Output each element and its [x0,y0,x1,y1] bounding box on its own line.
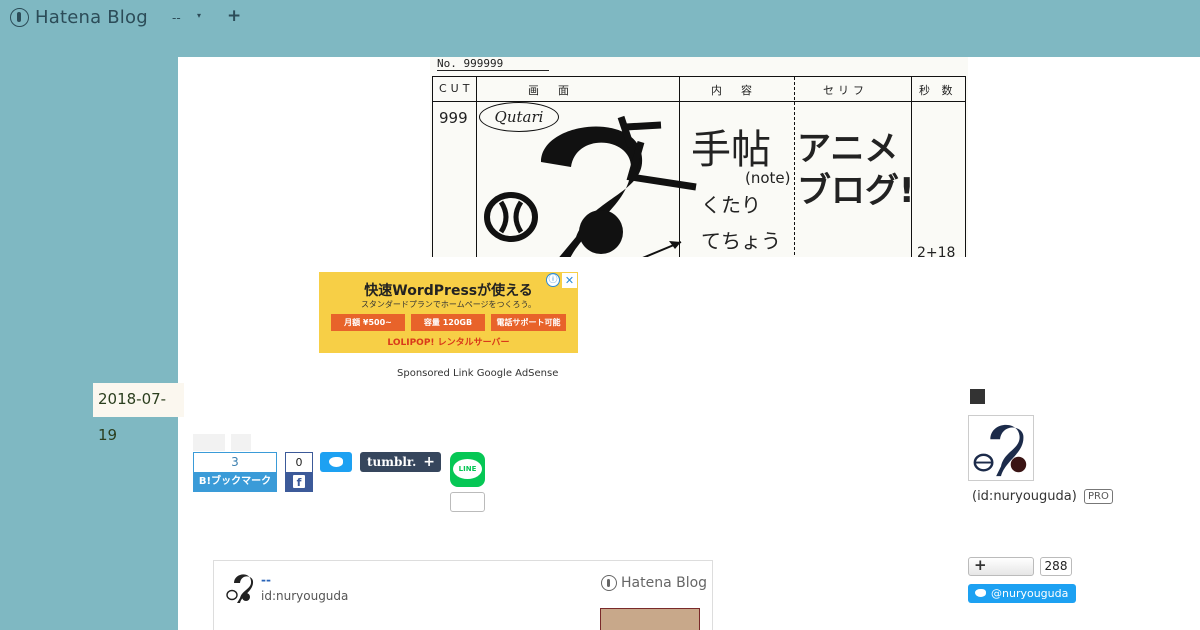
hatena-pen-icon [10,8,29,27]
twitter-follow-button[interactable]: @nuryouguda [968,584,1076,603]
ad-close-icon[interactable]: ✕ [562,273,577,288]
hatena-blog-card-logo[interactable]: Hatena Blog [601,575,707,591]
blog-selector[interactable]: -- [172,11,181,25]
plus-icon: + [974,556,987,574]
placeholder-block [193,434,225,451]
cut-number: 999 [439,109,468,127]
col-screen: 画 面 [528,84,573,97]
header-catch-blog: ブログ! [797,171,915,211]
ad-pill-storage: 容量 120GB [411,314,485,331]
ad-info-icon[interactable]: ⓘ [546,273,560,287]
author-card[interactable]: -- id:nuryouguda Hatena Blog [213,560,713,630]
tumblr-share-button[interactable]: tumblr. + [360,452,441,472]
tumblr-label: tumblr. [367,455,417,469]
blog-header-image[interactable]: No. 999999 CUT 画 面 内 容 セリフ 秒 数 999 Qutar… [430,57,968,257]
header-reading-1: くたり [701,193,761,217]
hatena-blog-logo[interactable]: Hatena Blog [10,7,148,28]
top-bar: Hatena Blog -- ▾ + [0,0,1200,40]
col-content: 内 容 [711,84,756,97]
follow-button[interactable]: + [968,556,1034,576]
line-share-button[interactable]: LINE [450,452,485,487]
pro-badge: PRO [1084,489,1113,504]
qutari-emblem-icon [484,115,697,257]
twitter-share-button[interactable] [320,452,352,472]
twitter-bird-icon [329,457,343,467]
col-dialogue: セリフ [823,84,868,97]
column-divider [794,77,795,257]
ad-title: 快速WordPressが使える [364,283,533,299]
col-seconds: 秒 数 [919,84,957,97]
author-id: id:nuryouguda [261,589,349,603]
facebook-share-count[interactable]: 0 [285,452,313,472]
ad-brand: LOLIPOP! レンタルサーバー [387,338,510,348]
post-date-day[interactable]: 19 [98,426,117,444]
facebook-share-button[interactable] [285,472,313,492]
ad-pill-price: 月額 ¥500~ [331,314,405,331]
add-post-button[interactable]: + [227,6,241,26]
author-name-link[interactable]: -- [261,573,271,587]
ad-pill-support: 電話サポート可能 [491,314,566,331]
hatena-bookmark-button[interactable]: B!ブックマーク [193,472,277,492]
author-avatar[interactable] [226,571,256,603]
hatena-bookmark-count[interactable]: 3 [193,452,277,472]
post-date[interactable]: 2018-07- [93,383,184,417]
ad-subtitle: スタンダードプランでホームページをつくろう。 [360,300,537,309]
card-logo-text: Hatena Blog [621,575,708,591]
profile-user-id[interactable]: (id:nuryouguda) [972,489,1077,504]
ad-banner[interactable]: 快速WordPressが使える スタンダードプランでホームページをつくろう。 月… [319,272,578,353]
storyboard-header-row: CUT 画 面 内 容 セリフ 秒 数 [433,77,965,102]
line-icon: LINE [453,459,482,479]
column-divider [476,77,477,257]
twitter-handle: @nuryouguda [991,587,1069,600]
col-cut: CUT [439,82,474,95]
header-reading-2: てちょう [701,229,781,253]
hatena-pen-icon [601,575,617,591]
sponsored-label: Sponsored Link Google AdSense [397,368,559,379]
square-icon [970,389,985,404]
placeholder-block [231,434,251,451]
twitter-bird-icon [975,589,986,597]
line-share-count[interactable] [450,492,485,512]
header-seconds: 2+18 [917,245,956,257]
plus-icon: + [423,454,435,470]
sheet-number: No. 999999 [437,57,549,71]
chevron-down-icon[interactable]: ▾ [197,11,201,20]
storyboard-table: CUT 画 面 内 容 セリフ 秒 数 999 Qutari 手帖 (note)… [432,76,966,257]
main-content: No. 999999 CUT 画 面 内 容 セリフ 秒 数 999 Qutar… [178,57,1200,630]
follower-count: 288 [1040,557,1072,576]
header-title-kanji: 手帖 [691,127,771,173]
logo-text: Hatena Blog [35,7,148,28]
header-title-note: (note) [745,169,791,187]
profile-avatar[interactable] [968,415,1034,481]
card-thumbnail[interactable] [600,608,700,630]
